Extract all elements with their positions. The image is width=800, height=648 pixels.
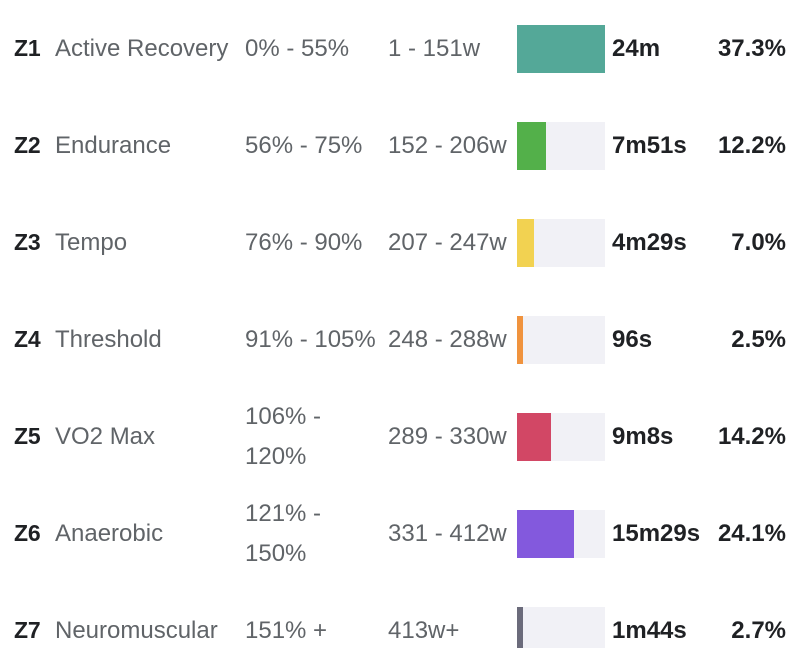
zone-distribution-bar	[517, 315, 605, 364]
bar-fill	[517, 218, 534, 267]
table-row[interactable]: Z7 Neuromuscular 151% + 413w+ 1m44s 2.7%	[0, 582, 800, 648]
zone-percent-value: 37.3%	[717, 34, 786, 62]
zone-code-label: Z5	[14, 422, 41, 449]
zone-name-label: Tempo	[55, 228, 128, 256]
bar-fill	[517, 121, 546, 170]
zone-code-label: Z7	[14, 616, 41, 643]
zone-power-range-label: 413w+	[388, 616, 460, 644]
zone-percent-value: 14.2%	[717, 422, 786, 450]
zone-distribution-bar	[517, 412, 605, 461]
zone-power-range-label: 331 - 412w	[388, 519, 507, 547]
bar-fill	[517, 315, 523, 364]
zone-name-label: Threshold	[55, 325, 162, 353]
zone-percent-value: 7.0%	[731, 228, 786, 256]
zone-percent-value: 2.5%	[731, 325, 786, 353]
zone-time-value: 96s	[612, 325, 653, 353]
zone-percent-value: 24.1%	[717, 519, 786, 547]
zone-distribution-bar	[517, 24, 605, 73]
zone-distribution-bar	[517, 121, 605, 170]
zone-name-label: Anaerobic	[55, 519, 164, 547]
zone-code-label: Z4	[14, 325, 41, 352]
zone-code-label: Z6	[14, 519, 41, 546]
zone-ftp-range-label: 91% - 105%	[245, 325, 376, 353]
zone-ftp-range-label: 106% - 120%	[245, 402, 322, 470]
bar-fill	[517, 412, 551, 461]
zone-ftp-range-label: 151% +	[245, 616, 328, 644]
zone-time-value: 4m29s	[612, 228, 687, 256]
zone-time-value: 1m44s	[612, 616, 687, 644]
bar-fill	[517, 606, 523, 648]
zone-distribution-bar	[517, 218, 605, 267]
zone-name-label: VO2 Max	[55, 422, 156, 450]
zone-ftp-range-label: 0% - 55%	[245, 34, 350, 62]
bar-track	[517, 606, 605, 648]
zone-code-label: Z1	[14, 34, 41, 61]
table-row[interactable]: Z5 VO2 Max 106% - 120% 289 - 330w 9m8s 14.2%	[0, 388, 800, 485]
zone-name-label: Endurance	[55, 131, 172, 159]
zone-power-range-label: 289 - 330w	[388, 422, 507, 450]
zone-code-label: Z2	[14, 131, 41, 158]
zone-percent-value: 12.2%	[717, 131, 786, 159]
zone-power-range-label: 248 - 288w	[388, 325, 507, 353]
zone-time-value: 7m51s	[612, 131, 687, 159]
zone-name-label: Active Recovery	[55, 34, 229, 62]
zone-power-range-label: 1 - 151w	[388, 34, 481, 62]
zone-ftp-range-label: 56% - 75%	[245, 131, 363, 159]
zone-ftp-range-label: 121% - 150%	[245, 499, 322, 567]
bar-fill	[517, 509, 574, 558]
table-row[interactable]: Z6 Anaerobic 121% - 150% 331 - 412w 15m29s 24…	[0, 485, 800, 582]
zone-distribution-bar	[517, 509, 605, 558]
zone-power-range-label: 207 - 247w	[388, 228, 507, 256]
zone-time-value: 9m8s	[612, 422, 674, 450]
power-zone-distribution-table: Z1 Active Recovery 0% - 55% 1 - 151w 24m 37.3…	[0, 0, 800, 648]
table-row[interactable]: Z2 Endurance 56% - 75% 152 - 206w 7m51s 12.2%	[0, 97, 800, 194]
table-row[interactable]: Z1 Active Recovery 0% - 55% 1 - 151w 24m 37.3…	[0, 0, 800, 97]
zone-code-label: Z3	[14, 228, 41, 255]
bar-fill	[517, 24, 605, 73]
zone-name-label: Neuromuscular	[55, 616, 218, 644]
zone-ftp-range-label: 76% - 90%	[245, 228, 363, 256]
zone-time-value: 15m29s	[612, 519, 701, 547]
zone-power-range-label: 152 - 206w	[388, 131, 507, 159]
zone-time-value: 24m	[612, 34, 661, 62]
table-row[interactable]: Z4 Threshold 91% - 105% 248 - 288w 96s 2.5%	[0, 291, 800, 388]
bar-track	[517, 315, 605, 364]
zone-distribution-bar	[517, 606, 605, 648]
table-row[interactable]: Z3 Tempo 76% - 90% 207 - 247w 4m29s 7.0%	[0, 194, 800, 291]
zone-percent-value: 2.7%	[731, 616, 786, 644]
